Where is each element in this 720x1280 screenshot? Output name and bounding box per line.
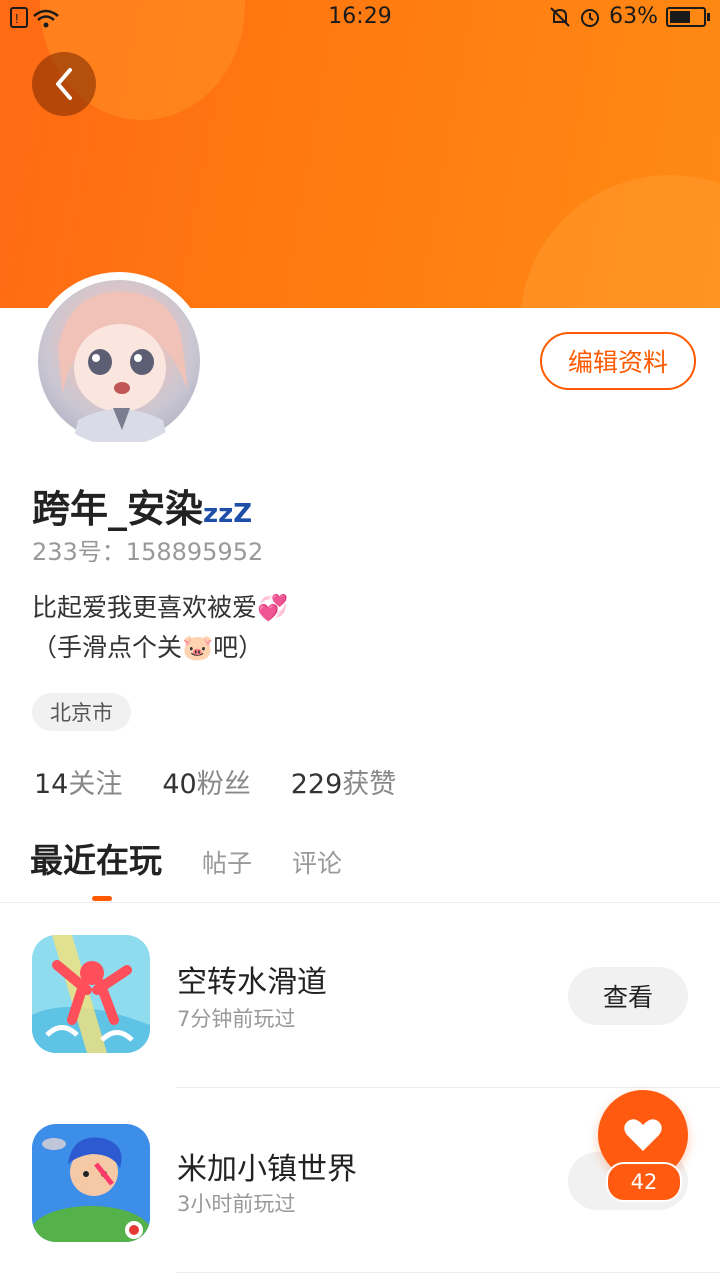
back-button[interactable] xyxy=(32,52,96,116)
game-last-played: 7分钟前玩过 xyxy=(177,1007,296,1031)
game-last-played: 3小时前玩过 xyxy=(177,1192,296,1216)
battery-fill xyxy=(670,10,691,23)
status-bar: ! 16:29 63% xyxy=(0,0,720,36)
like-count-badge: 42 xyxy=(606,1162,682,1202)
stat-following[interactable]: 14关注 xyxy=(34,762,122,801)
banner-decoration xyxy=(520,175,720,308)
username-text: 跨年_安染 xyxy=(32,487,204,531)
divider xyxy=(176,1272,720,1273)
mute-bell-icon xyxy=(550,6,570,27)
avatar-image xyxy=(38,280,200,442)
heart-icon xyxy=(624,1119,662,1151)
anime-avatar-illustration xyxy=(58,291,188,442)
tab-bar: 最近在玩 帖子 评论 xyxy=(30,834,342,882)
user-id: 233号：158895952 xyxy=(32,538,264,566)
list-item[interactable]: 空转水滑道 7分钟前玩过 查看 xyxy=(0,903,720,1089)
game-name: 米加小镇世界 xyxy=(177,1152,357,1187)
water-slide-game-icon xyxy=(32,935,150,1053)
alarm-icon xyxy=(581,8,600,27)
profile-banner xyxy=(0,0,720,308)
battery-icon xyxy=(666,6,710,27)
tab-posts[interactable]: 帖子 xyxy=(202,844,252,880)
username: 跨年_安染zzZ xyxy=(32,478,252,533)
bio: 比起爱我更喜欢被爱💞 （手滑点个关🐷吧） xyxy=(32,588,288,668)
username-suffix: zzZ xyxy=(203,499,253,529)
status-right: 63% xyxy=(549,4,710,29)
bio-line: 比起爱我更喜欢被爱💞 xyxy=(32,593,289,622)
game-name: 空转水滑道 xyxy=(177,965,327,1000)
stat-followers[interactable]: 40粉丝 xyxy=(162,762,250,801)
stat-likes[interactable]: 229获赞 xyxy=(291,762,397,801)
battery-percent: 63% xyxy=(609,4,658,29)
game-icon xyxy=(32,1124,150,1242)
view-button[interactable]: 查看 xyxy=(568,967,688,1025)
miga-town-game-icon xyxy=(32,1124,150,1242)
tab-comments[interactable]: 评论 xyxy=(292,844,342,880)
stats-row: 14关注 40粉丝 229获赞 xyxy=(34,762,396,801)
avatar[interactable] xyxy=(34,276,204,446)
tab-indicator xyxy=(92,896,112,901)
edit-profile-button[interactable]: 编辑资料 xyxy=(540,332,696,390)
game-icon xyxy=(32,935,150,1053)
location-tag: 北京市 xyxy=(32,693,131,731)
tab-recent-games[interactable]: 最近在玩 xyxy=(30,834,162,882)
bio-line: （手滑点个关🐷吧） xyxy=(32,633,264,662)
chevron-left-icon xyxy=(56,68,72,100)
